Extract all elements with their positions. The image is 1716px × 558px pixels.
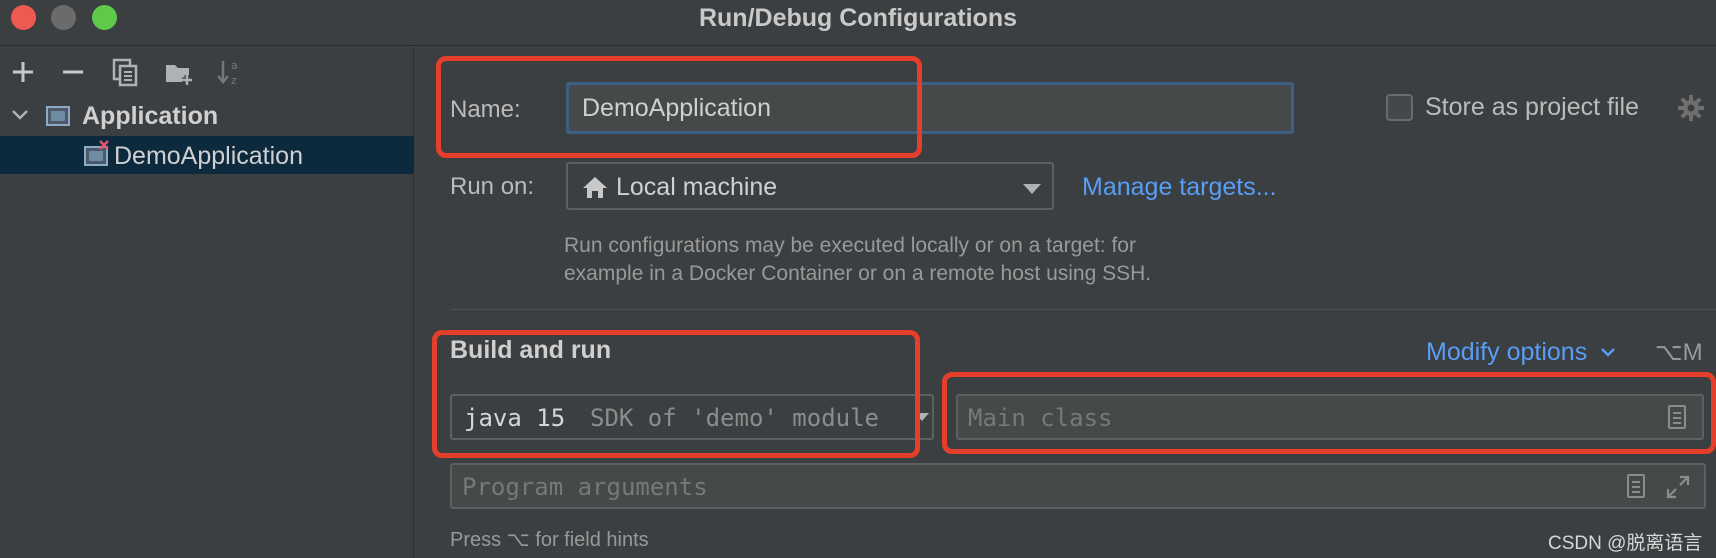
tree-item-label: DemoApplication [114, 142, 303, 170]
remove-icon[interactable] [58, 57, 88, 87]
tree-item-demoapplication[interactable]: DemoApplication [0, 136, 414, 174]
watermark: CSDN @脱离语言 [1548, 533, 1703, 554]
configuration-tree-pane: az Application DemoApplication [0, 47, 414, 558]
modify-options-label: Modify options [1426, 338, 1588, 366]
field-hints-text: Press ⌥ for field hints [450, 529, 649, 551]
main-class-field[interactable]: Main class [956, 394, 1704, 440]
section-divider [450, 309, 1716, 310]
run-on-hint-line1: Run configurations may be executed local… [564, 234, 1136, 257]
svg-text:a: a [231, 59, 238, 72]
title-bar: Run/Debug Configurations [0, 0, 1716, 46]
manage-targets-link[interactable]: Manage targets... [1082, 173, 1277, 202]
chevron-down-icon [1601, 348, 1616, 358]
gear-icon[interactable] [1677, 94, 1705, 122]
error-mark-icon [99, 140, 109, 150]
svg-text:z: z [231, 74, 237, 87]
jre-selector-value: java 15 [464, 404, 566, 432]
modify-options-link[interactable]: Modify options [1426, 338, 1616, 367]
tree-group-label: Application [82, 102, 219, 130]
modify-options-shortcut: ⌥M [1655, 339, 1703, 366]
chevron-down-icon[interactable] [10, 105, 30, 125]
store-as-project-file-checkbox[interactable] [1386, 94, 1413, 121]
add-icon[interactable] [8, 57, 38, 87]
browse-class-icon[interactable] [1668, 405, 1686, 429]
expand-icon[interactable] [1665, 474, 1691, 500]
build-and-run-heading: Build and run [450, 336, 612, 364]
sort-icon[interactable]: az [214, 57, 244, 87]
run-on-dropdown[interactable]: Local machine [566, 162, 1054, 210]
tree-toolbar: az [0, 47, 414, 95]
jre-selector[interactable]: java 15 SDK of 'demo' module [450, 394, 934, 440]
insert-macro-icon[interactable] [1627, 474, 1645, 498]
chevron-down-icon [1023, 184, 1041, 194]
application-config-icon [46, 106, 70, 126]
name-input[interactable]: DemoApplication [566, 82, 1294, 134]
run-on-hint-line2: example in a Docker Container or on a re… [564, 262, 1152, 285]
store-as-project-file-label: Store as project file [1425, 93, 1639, 121]
run-on-label: Run on: [450, 173, 535, 200]
folder-add-icon[interactable] [163, 57, 193, 87]
copy-icon[interactable] [110, 57, 140, 87]
name-label: Name: [450, 96, 521, 123]
run-on-value: Local machine [616, 173, 778, 201]
window-title: Run/Debug Configurations [698, 4, 1018, 32]
jre-selector-description: SDK of 'demo' module [590, 404, 879, 432]
home-icon [583, 177, 607, 198]
program-arguments-field[interactable]: Program arguments [450, 463, 1706, 509]
tree-group-application[interactable]: Application [0, 97, 414, 135]
chevron-down-icon [915, 413, 929, 421]
